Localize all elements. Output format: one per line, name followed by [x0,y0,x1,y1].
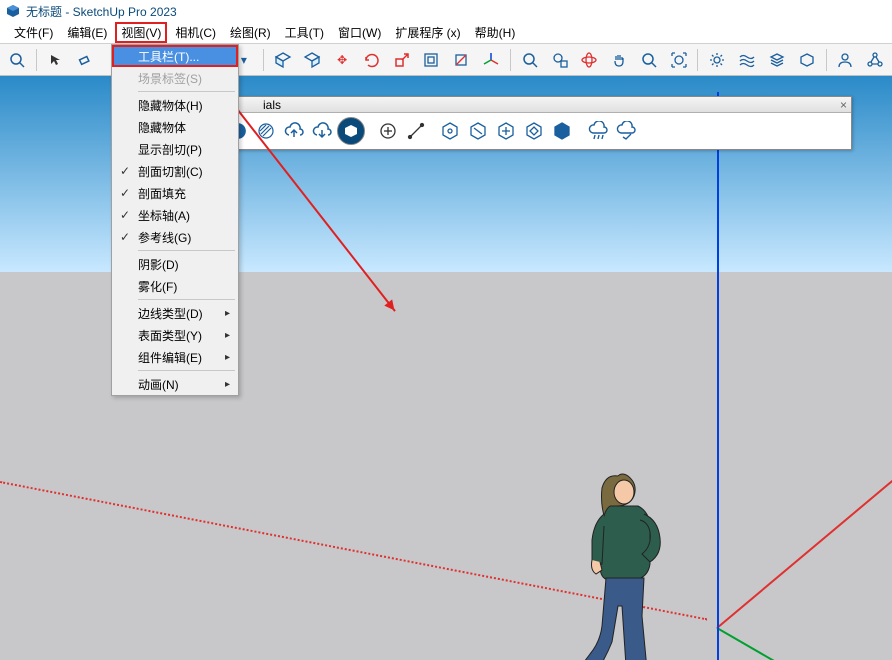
close-icon[interactable]: × [840,98,847,112]
menu-camera[interactable]: 相机(C) [169,22,222,43]
menu-view[interactable]: 视图(V) [115,22,167,43]
menu-item-label: 阴影(D) [138,256,179,273]
menu-item[interactable]: ✓ 参考线(G) [112,226,238,248]
waves-icon[interactable] [734,47,760,73]
menu-file[interactable]: 文件(F) [8,22,59,43]
check-icon: ✓ [120,186,130,200]
menu-item[interactable]: 雾化(F) [112,275,238,297]
eraser-icon[interactable] [73,47,99,73]
menu-bar: 文件(F) 编辑(E) 视图(V) 相机(C) 绘图(R) 工具(T) 窗口(W… [0,22,892,44]
rotate-icon[interactable] [359,47,385,73]
submenu-arrow-icon: ▸ [225,330,230,341]
menu-item-label: 坐标轴(A) [138,207,190,224]
hex2-icon[interactable] [465,118,491,144]
orbit-icon[interactable] [576,47,602,73]
cloud-rain-icon[interactable] [585,118,611,144]
menu-tools[interactable]: 工具(T) [279,22,330,43]
menu-extensions[interactable]: 扩展程序 (x) [389,22,466,43]
move-icon[interactable]: ✥ [329,47,355,73]
app-logo-icon [6,4,20,18]
offset-icon[interactable] [419,47,445,73]
cube-filled-icon[interactable] [337,117,365,145]
axis-blue [717,92,719,660]
menu-item-label: 工具栏(T)... [138,48,199,65]
floating-toolbar-panel[interactable]: ials × 50 75 [132,96,852,150]
menu-item[interactable]: ✓ 剖面切割(C) [112,160,238,182]
menu-item-label: 显示剖切(P) [138,141,202,158]
menu-item-label: 动画(N) [138,376,179,393]
menu-item[interactable]: ✓ 坐标轴(A) [112,204,238,226]
hex4-icon[interactable] [521,118,547,144]
cloud-check-icon[interactable] [613,118,639,144]
menu-window[interactable]: 窗口(W) [332,22,387,43]
panel-header[interactable]: ials × [133,97,851,113]
check-icon: ✓ [120,230,130,244]
submenu-arrow-icon: ▸ [225,379,230,390]
search-icon[interactable] [4,47,30,73]
menu-item[interactable]: 隐藏物体 [112,116,238,138]
pan-icon[interactable] [606,47,632,73]
circle-plus-icon[interactable] [375,118,401,144]
menu-item[interactable]: 显示剖切(P) [112,138,238,160]
check-icon: ✓ [120,164,130,178]
title-bar: 无标题 - SketchUp Pro 2023 [0,0,892,22]
menu-item-label: 剖面填充 [138,185,186,202]
scale-icon[interactable] [389,47,415,73]
submenu-arrow-icon: ▸ [225,308,230,319]
menu-item-label: 组件编辑(E) [138,349,202,366]
user-icon[interactable] [833,47,859,73]
network-icon[interactable] [862,47,888,73]
menu-item[interactable]: 表面类型(Y) ▸ [112,324,238,346]
menu-help[interactable]: 帮助(H) [469,22,522,43]
zoom-selection-icon[interactable] [666,47,692,73]
cloud-up-icon[interactable] [281,118,307,144]
hex-filled-icon[interactable] [549,118,575,144]
menu-item[interactable]: 隐藏物体(H) [112,94,238,116]
scale-figure[interactable] [556,466,686,660]
outline-icon[interactable] [794,47,820,73]
menu-item[interactable]: 动画(N) ▸ [112,373,238,395]
zoom-extents-icon[interactable] [636,47,662,73]
zoom-window-icon[interactable] [547,47,573,73]
hex3-icon[interactable] [493,118,519,144]
panel-toolbar: 50 75 [133,113,851,149]
menu-item-label: 参考线(G) [138,229,191,246]
layers-icon[interactable] [764,47,790,73]
axis-icon[interactable] [478,47,504,73]
axis-red [0,481,892,483]
select-icon[interactable] [43,47,69,73]
menu-item-label: 雾化(F) [138,278,177,295]
view-dropdown: 工具栏(T)... 场景标签(S) 隐藏物体(H) 隐藏物体显示剖切(P) ✓ 剖面切割(… [111,44,239,396]
diagonal-icon[interactable] [403,118,429,144]
menu-item-label: 隐藏物体 [138,119,186,136]
menu-draw[interactable]: 绘图(R) [224,22,277,43]
menu-item-label: 场景标签(S) [138,70,202,87]
window-title: 无标题 - SketchUp Pro 2023 [26,3,177,20]
menu-edit[interactable]: 编辑(E) [61,22,113,43]
menu-item[interactable]: ✓ 剖面填充 [112,182,238,204]
menu-item-label: 表面类型(Y) [138,327,202,344]
panel-title: ials [263,98,281,112]
menu-item-label: 剖面切割(C) [138,163,203,180]
menu-item-label: 隐藏物体(H) [138,97,203,114]
menu-item-label: 边线类型(D) [138,305,203,322]
hatch-icon[interactable] [253,118,279,144]
menu-item[interactable]: 边线类型(D) ▸ [112,302,238,324]
check-icon: ✓ [120,208,130,222]
submenu-arrow-icon: ▸ [225,352,230,363]
cube-front-icon[interactable] [300,47,326,73]
menu-item[interactable]: 阴影(D) [112,253,238,275]
zoom-icon[interactable] [517,47,543,73]
settings-icon[interactable] [704,47,730,73]
menu-item: 场景标签(S) [112,67,238,89]
cloud-down-icon[interactable] [309,118,335,144]
menu-item[interactable]: 工具栏(T)... [112,45,238,67]
cube-top-icon[interactable] [270,47,296,73]
menu-item[interactable]: 组件编辑(E) ▸ [112,346,238,368]
hex1-icon[interactable] [437,118,463,144]
guides-icon[interactable] [448,47,474,73]
